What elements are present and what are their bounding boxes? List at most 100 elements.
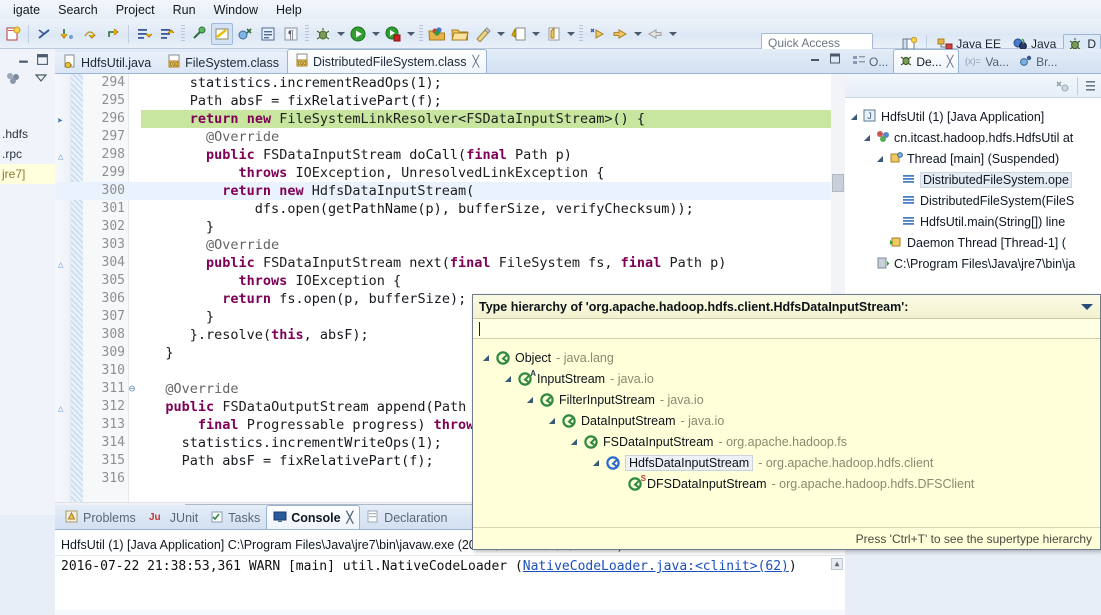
step-return-icon[interactable] <box>102 23 124 45</box>
toggle-mark-occurrences-icon[interactable] <box>211 22 233 45</box>
debug-tree-row[interactable]: C:\Program Files\Java\jre7\bin\ja <box>849 253 1101 274</box>
code-line[interactable]: 303 @Override <box>55 236 845 254</box>
debug-tab-o[interactable]: O... <box>847 51 893 73</box>
code-line[interactable]: 305 throws IOException { <box>55 272 845 290</box>
debug-tree-row[interactable]: Daemon Thread [Thread-1] ( <box>849 232 1101 253</box>
last-edit-location-icon[interactable] <box>188 23 210 45</box>
menu-item-project[interactable]: Project <box>107 2 164 18</box>
open-folder-icon[interactable] <box>449 23 471 45</box>
console-scroll-up-arrow[interactable]: ▲ <box>831 558 843 570</box>
next-annotation-icon[interactable] <box>133 23 155 45</box>
expand-arrow-icon[interactable]: ◢ <box>849 112 859 121</box>
open-type-icon[interactable] <box>472 23 494 45</box>
editor-tab-hdfsutil-java[interactable]: HdfsUtil.java <box>55 51 160 73</box>
fold-toggle-icon[interactable]: ⊖ <box>127 380 137 398</box>
expand-arrow-icon[interactable]: ◢ <box>547 416 557 425</box>
bottom-tab-declaration[interactable]: Declaration <box>360 507 453 529</box>
editor-tab-distributedfilesystem-class[interactable]: 010 DistributedFileSystem.class ╳ <box>286 49 488 73</box>
maximize-icon[interactable] <box>829 53 841 64</box>
debug-icon[interactable] <box>312 23 334 45</box>
type-hierarchy-row[interactable]: ◢ FSDataInputStream - org.apache.hadoop.f… <box>481 431 1100 452</box>
menu-item-igate[interactable]: igate <box>4 2 49 18</box>
menu-item-run[interactable]: Run <box>164 2 205 18</box>
debug-tree-row[interactable]: DistributedFileSystem.ope <box>849 169 1101 190</box>
external-tools-dropdown-icon[interactable] <box>405 23 416 45</box>
debug-tab-de[interactable]: De... ╳ <box>893 49 960 73</box>
step-into-icon[interactable] <box>56 23 78 45</box>
type-hierarchy-tree[interactable]: ◢ Object - java.lang ◢ A InputStream - java.… <box>473 339 1100 494</box>
code-line[interactable]: 295 Path absF = fixRelativePart(f); <box>55 92 845 110</box>
code-line[interactable]: △ 304 public FSDataInputStream next(final… <box>55 254 845 272</box>
code-line[interactable]: ➤ 296 return new FileSystemLinkResolver<F… <box>55 110 845 128</box>
type-hierarchy-row[interactable]: ◢ Object - java.lang <box>481 347 1100 368</box>
minimize-icon[interactable] <box>17 53 30 66</box>
type-hierarchy-row[interactable]: ◢ A InputStream - java.io <box>481 368 1100 389</box>
back-dropdown-icon[interactable] <box>632 23 643 45</box>
close-icon[interactable]: ╳ <box>347 511 354 524</box>
close-icon[interactable]: ╳ <box>947 55 954 68</box>
bottom-tab-tasks[interactable]: Tasks <box>204 507 266 529</box>
bottom-tab-problems[interactable]: Problems <box>59 507 142 529</box>
code-line[interactable]: 300 return new HdfsDataInputStream( <box>55 182 845 200</box>
back-icon[interactable] <box>609 23 631 45</box>
code-line[interactable]: △ 298 public FSDataInputStream doCall(fin… <box>55 146 845 164</box>
expand-arrow-icon[interactable]: ◢ <box>503 374 513 383</box>
menu-item-search[interactable]: Search <box>49 2 107 18</box>
bottom-tab-junit[interactable]: Ju JUnit <box>142 507 204 529</box>
console-stacktrace-link[interactable]: NativeCodeLoader.java:<clinit>(62) <box>523 559 789 574</box>
console-output[interactable]: 2016-07-22 21:38:53,361 WARN [main] util… <box>55 556 845 610</box>
external-tools-icon[interactable] <box>382 23 404 45</box>
scrollbar-thumb[interactable] <box>832 174 844 192</box>
code-line[interactable]: 297 @Override <box>55 128 845 146</box>
previous-annotation-icon[interactable] <box>156 23 178 45</box>
skip-breakpoints-icon[interactable] <box>234 23 256 45</box>
code-line[interactable]: 302 } <box>55 218 845 236</box>
type-hierarchy-popup[interactable]: Type hierarchy of 'org.apache.hadoop.hdf… <box>472 294 1101 550</box>
disconnect-icon[interactable] <box>1054 79 1070 93</box>
chevron-down-icon[interactable] <box>1080 302 1094 312</box>
package-explorer-icon[interactable] <box>6 72 22 86</box>
expand-arrow-icon[interactable]: ◢ <box>481 353 491 362</box>
debug-dropdown-icon[interactable] <box>335 23 346 45</box>
type-hierarchy-row[interactable]: ◢ DataInputStream - java.io <box>481 410 1100 431</box>
type-hierarchy-row[interactable]: ◢ FilterInputStream - java.io <box>481 389 1100 410</box>
bottom-tab-console[interactable]: Console ╳ <box>266 505 361 529</box>
expand-arrow-icon[interactable]: ◢ <box>862 133 872 142</box>
debug-tree-row[interactable]: HdfsUtil.main(String[]) line <box>849 211 1101 232</box>
debug-tree-row[interactable]: ◢ cn.itcast.hadoop.hdfs.HdfsUtil at <box>849 127 1101 148</box>
type-hierarchy-row[interactable]: ◢ HdfsDataInputStream - org.apache.hadoop… <box>481 452 1100 473</box>
expand-arrow-icon[interactable]: ◢ <box>525 395 535 404</box>
skip-all-breakpoints-icon[interactable] <box>33 23 55 45</box>
debug-tree-row[interactable]: ◢ Thread [main] (Suspended) <box>849 148 1101 169</box>
menu-item-help[interactable]: Help <box>267 2 311 18</box>
debug-tree-row[interactable]: ◢ J HdfsUtil (1) [Java Application] <box>849 106 1101 127</box>
expand-arrow-icon[interactable]: ◢ <box>591 458 601 467</box>
forward-dropdown-icon[interactable] <box>667 23 678 45</box>
previous-edit-icon[interactable] <box>586 23 608 45</box>
run-dropdown-icon[interactable] <box>370 23 381 45</box>
editor-tab-filesystem-class[interactable]: 010 FileSystem.class <box>159 51 287 73</box>
close-icon[interactable]: ╳ <box>472 55 479 68</box>
minimize-icon[interactable] <box>809 53 821 64</box>
expand-arrow-icon[interactable]: ◢ <box>875 154 885 163</box>
debug-tab-va[interactable]: (x)= Va... <box>959 51 1014 73</box>
pilcrow-icon[interactable]: ¶ <box>280 23 302 45</box>
view-menu-icon[interactable] <box>34 72 48 84</box>
forward-icon[interactable] <box>644 23 666 45</box>
search-icon[interactable] <box>507 23 529 45</box>
search-dropdown-icon[interactable] <box>530 23 541 45</box>
show-whitespace-icon[interactable] <box>257 23 279 45</box>
step-over-icon[interactable] <box>79 23 101 45</box>
popup-filter-input[interactable] <box>473 319 1100 339</box>
maximize-icon[interactable] <box>36 53 49 66</box>
new-wizard-icon[interactable] <box>2 23 24 45</box>
view-menu-icon[interactable] <box>1085 79 1097 93</box>
code-line[interactable]: 301 dfs.open(getPathName(p), bufferSize,… <box>55 200 845 218</box>
type-hierarchy-row[interactable]: S DFSDataInputStream - org.apache.hadoop.… <box>481 473 1100 494</box>
code-line[interactable]: 294 statistics.incrementReadOps(1); <box>55 74 845 92</box>
debug-tree-row[interactable]: DistributedFileSystem(FileS <box>849 190 1101 211</box>
expand-arrow-icon[interactable]: ◢ <box>569 437 579 446</box>
open-task-dropdown-icon[interactable] <box>565 23 576 45</box>
new-java-package-icon[interactable] <box>426 23 448 45</box>
menu-item-window[interactable]: Window <box>205 2 267 18</box>
